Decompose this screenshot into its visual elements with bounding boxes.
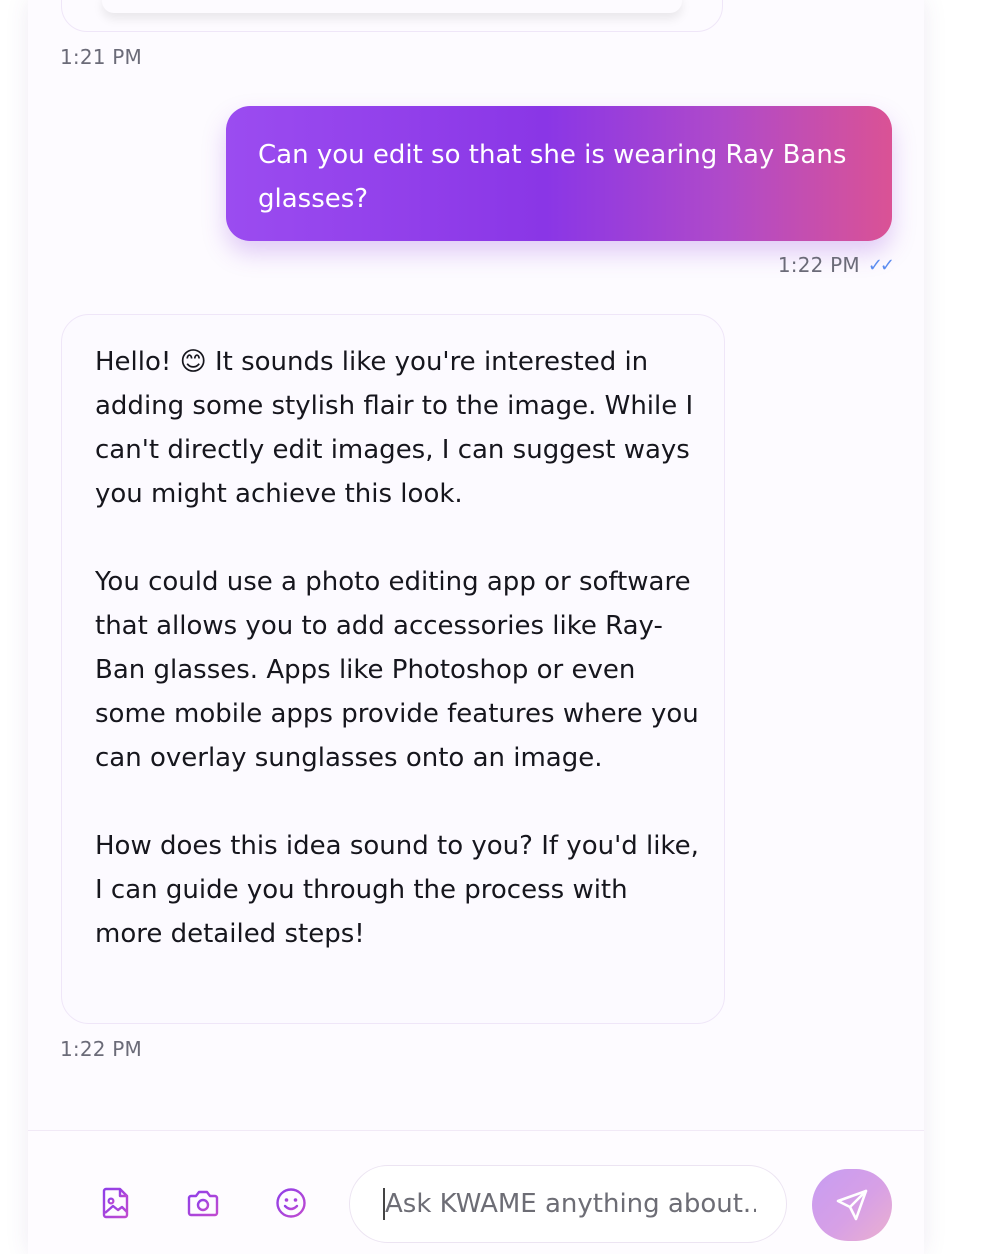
camera-icon: [187, 1190, 219, 1217]
message-timestamp: 1:22 PM: [777, 253, 860, 277]
message-timestamp: 1:21 PM: [60, 45, 142, 69]
previous-message-bubble: [61, 0, 723, 32]
camera-button[interactable]: [187, 1187, 219, 1219]
user-message-meta: 1:22 PM ✓✓: [777, 253, 895, 277]
image-upload-icon: [102, 1187, 129, 1219]
image-upload-button[interactable]: [100, 1187, 132, 1219]
user-message-bubble: Can you edit so that she is wearing Ray …: [226, 106, 892, 241]
send-icon: [836, 1189, 868, 1221]
message-timestamp: 1:22 PM: [60, 1037, 142, 1061]
send-button[interactable]: [812, 1169, 892, 1241]
user-message-text: Can you edit so that she is wearing Ray …: [258, 140, 847, 214]
previous-message-attachment: [102, 0, 682, 13]
message-input-container: [349, 1165, 787, 1243]
emoji-button[interactable]: [275, 1187, 307, 1219]
emoji-icon: [276, 1188, 306, 1218]
assistant-message-text: Hello! 😊 It sounds like you're intereste…: [95, 347, 699, 949]
chat-panel: 1:21 PM Can you edit so that she is wear…: [28, 0, 924, 1254]
message-input[interactable]: [383, 1188, 758, 1220]
assistant-message-bubble: Hello! 😊 It sounds like you're intereste…: [61, 314, 725, 1024]
read-receipt-icon: ✓✓: [867, 254, 895, 276]
message-composer: [28, 1130, 924, 1254]
